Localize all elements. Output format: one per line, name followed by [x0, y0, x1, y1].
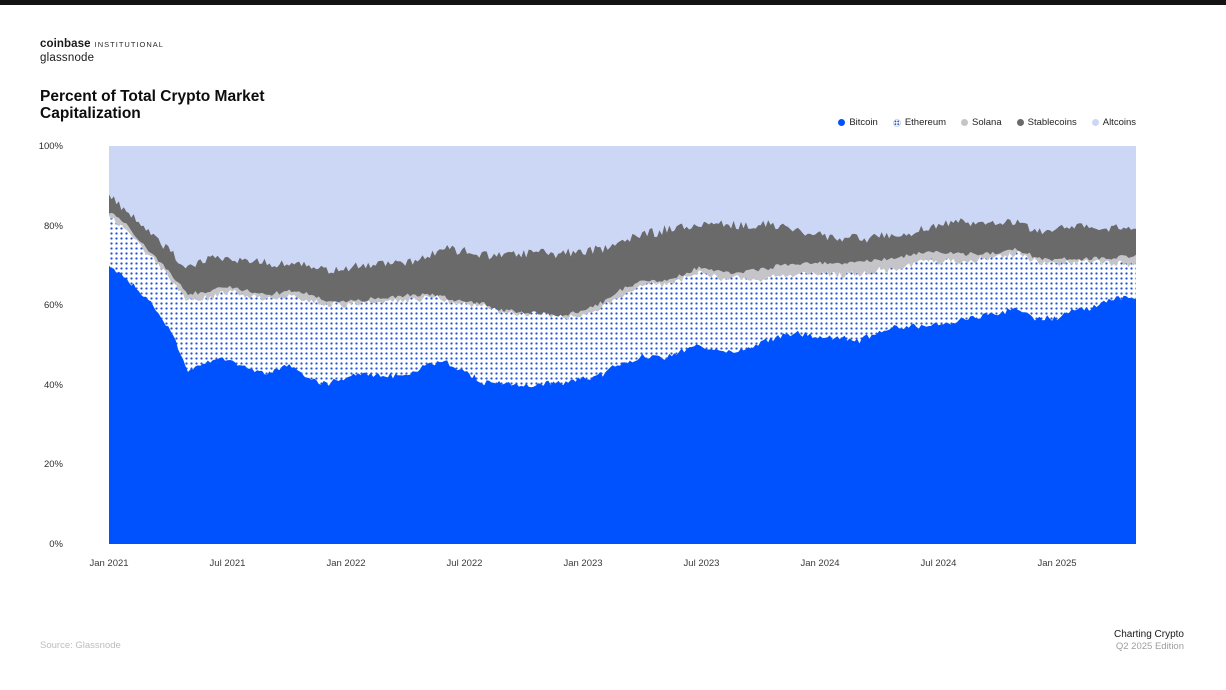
coinbase-wordmark: coinbase	[40, 38, 91, 50]
legend-label: Altcoins	[1103, 117, 1136, 128]
x-axis-tick-label: Jan 2022	[326, 558, 365, 569]
y-axis-tick-label: 20%	[0, 459, 63, 470]
solana-swatch-icon	[961, 119, 968, 126]
stacked-area-chart	[109, 146, 1136, 544]
y-axis-tick-label: 60%	[0, 300, 63, 311]
legend-label: Ethereum	[905, 117, 946, 128]
ethereum-swatch-icon	[893, 119, 901, 127]
altcoins-swatch-icon	[1092, 119, 1099, 126]
x-axis-tick-label: Jul 2024	[921, 558, 957, 569]
x-axis-tick-label: Jan 2021	[89, 558, 128, 569]
stablecoins-swatch-icon	[1017, 119, 1024, 126]
edition-note: Charting Crypto Q2 2025 Edition	[1114, 629, 1184, 653]
bitcoin-swatch-icon	[838, 119, 845, 126]
legend-label: Solana	[972, 117, 1002, 128]
y-axis-tick-label: 0%	[0, 539, 63, 550]
glassnode-wordmark: glassnode	[40, 52, 164, 64]
y-axis-tick-label: 40%	[0, 380, 63, 391]
page-title: Percent of Total Crypto Market Capitaliz…	[40, 89, 290, 122]
y-axis-tick-label: 80%	[0, 221, 63, 232]
legend-item-stablecoins: Stablecoins	[1017, 117, 1077, 128]
source-note: Source: Glassnode	[40, 640, 121, 651]
brand-logo: coinbase INSTITUTIONAL glassnode	[40, 37, 164, 64]
x-axis-tick-label: Jan 2024	[800, 558, 839, 569]
x-axis-tick-label: Jul 2023	[684, 558, 720, 569]
chart-plot-area	[109, 146, 1136, 544]
legend-item-bitcoin: Bitcoin	[838, 117, 878, 128]
edition-title: Charting Crypto	[1114, 629, 1184, 641]
x-axis-tick-label: Jan 2025	[1037, 558, 1076, 569]
top-accent-bar	[0, 0, 1226, 5]
x-axis-tick-label: Jan 2023	[563, 558, 602, 569]
edition-subtitle: Q2 2025 Edition	[1114, 641, 1184, 653]
chart-legend: Bitcoin Ethereum Solana Stablecoins Altcoins	[838, 117, 1136, 128]
legend-item-altcoins: Altcoins	[1092, 117, 1136, 128]
legend-label: Bitcoin	[849, 117, 878, 128]
legend-item-ethereum: Ethereum	[893, 117, 946, 128]
institutional-label: INSTITUTIONAL	[95, 40, 164, 49]
legend-item-solana: Solana	[961, 117, 1002, 128]
y-axis-tick-label: 100%	[0, 141, 63, 152]
x-axis-tick-label: Jul 2022	[447, 558, 483, 569]
legend-label: Stablecoins	[1028, 117, 1077, 128]
x-axis-tick-label: Jul 2021	[210, 558, 246, 569]
